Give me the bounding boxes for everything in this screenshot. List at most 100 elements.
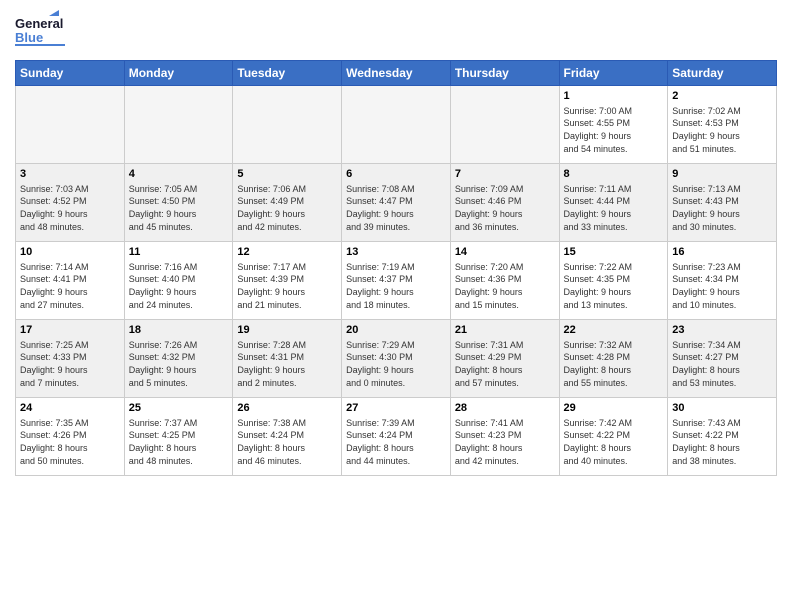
calendar-cell: 2Sunrise: 7:02 AM Sunset: 4:53 PM Daylig… <box>668 86 777 164</box>
calendar-cell <box>233 86 342 164</box>
day-number: 16 <box>672 245 772 260</box>
calendar-cell: 5Sunrise: 7:06 AM Sunset: 4:49 PM Daylig… <box>233 164 342 242</box>
day-info: Sunrise: 7:38 AM Sunset: 4:24 PM Dayligh… <box>237 417 337 467</box>
day-number: 2 <box>672 89 772 104</box>
day-number: 15 <box>564 245 664 260</box>
calendar-cell <box>450 86 559 164</box>
calendar-cell: 27Sunrise: 7:39 AM Sunset: 4:24 PM Dayli… <box>342 398 451 476</box>
svg-text:Blue: Blue <box>15 30 43 45</box>
calendar-cell: 11Sunrise: 7:16 AM Sunset: 4:40 PM Dayli… <box>124 242 233 320</box>
calendar-cell <box>16 86 125 164</box>
day-info: Sunrise: 7:25 AM Sunset: 4:33 PM Dayligh… <box>20 339 120 389</box>
day-number: 3 <box>20 167 120 182</box>
day-number: 12 <box>237 245 337 260</box>
calendar-week-3: 10Sunrise: 7:14 AM Sunset: 4:41 PM Dayli… <box>16 242 777 320</box>
header: General Blue <box>15 10 777 54</box>
calendar-cell: 7Sunrise: 7:09 AM Sunset: 4:46 PM Daylig… <box>450 164 559 242</box>
day-info: Sunrise: 7:42 AM Sunset: 4:22 PM Dayligh… <box>564 417 664 467</box>
day-info: Sunrise: 7:05 AM Sunset: 4:50 PM Dayligh… <box>129 183 229 233</box>
calendar-cell: 30Sunrise: 7:43 AM Sunset: 4:22 PM Dayli… <box>668 398 777 476</box>
calendar-cell: 21Sunrise: 7:31 AM Sunset: 4:29 PM Dayli… <box>450 320 559 398</box>
day-info: Sunrise: 7:16 AM Sunset: 4:40 PM Dayligh… <box>129 261 229 311</box>
weekday-header-row: SundayMondayTuesdayWednesdayThursdayFrid… <box>16 61 777 86</box>
day-info: Sunrise: 7:31 AM Sunset: 4:29 PM Dayligh… <box>455 339 555 389</box>
calendar-cell: 10Sunrise: 7:14 AM Sunset: 4:41 PM Dayli… <box>16 242 125 320</box>
day-number: 19 <box>237 323 337 338</box>
weekday-header-sunday: Sunday <box>16 61 125 86</box>
calendar-cell: 19Sunrise: 7:28 AM Sunset: 4:31 PM Dayli… <box>233 320 342 398</box>
day-number: 24 <box>20 401 120 416</box>
weekday-header-friday: Friday <box>559 61 668 86</box>
day-info: Sunrise: 7:02 AM Sunset: 4:53 PM Dayligh… <box>672 105 772 155</box>
day-number: 25 <box>129 401 229 416</box>
day-number: 29 <box>564 401 664 416</box>
day-info: Sunrise: 7:13 AM Sunset: 4:43 PM Dayligh… <box>672 183 772 233</box>
calendar-cell: 16Sunrise: 7:23 AM Sunset: 4:34 PM Dayli… <box>668 242 777 320</box>
calendar-cell: 26Sunrise: 7:38 AM Sunset: 4:24 PM Dayli… <box>233 398 342 476</box>
day-number: 21 <box>455 323 555 338</box>
calendar-cell: 29Sunrise: 7:42 AM Sunset: 4:22 PM Dayli… <box>559 398 668 476</box>
day-info: Sunrise: 7:35 AM Sunset: 4:26 PM Dayligh… <box>20 417 120 467</box>
calendar-cell <box>342 86 451 164</box>
calendar-cell: 3Sunrise: 7:03 AM Sunset: 4:52 PM Daylig… <box>16 164 125 242</box>
svg-text:General: General <box>15 16 63 31</box>
day-info: Sunrise: 7:26 AM Sunset: 4:32 PM Dayligh… <box>129 339 229 389</box>
weekday-header-wednesday: Wednesday <box>342 61 451 86</box>
day-info: Sunrise: 7:11 AM Sunset: 4:44 PM Dayligh… <box>564 183 664 233</box>
day-info: Sunrise: 7:39 AM Sunset: 4:24 PM Dayligh… <box>346 417 446 467</box>
calendar-container: General Blue SundayMondayTuesdayWednesda… <box>0 0 792 481</box>
weekday-header-tuesday: Tuesday <box>233 61 342 86</box>
day-number: 4 <box>129 167 229 182</box>
calendar-cell: 9Sunrise: 7:13 AM Sunset: 4:43 PM Daylig… <box>668 164 777 242</box>
calendar-cell: 13Sunrise: 7:19 AM Sunset: 4:37 PM Dayli… <box>342 242 451 320</box>
day-info: Sunrise: 7:29 AM Sunset: 4:30 PM Dayligh… <box>346 339 446 389</box>
calendar-cell: 18Sunrise: 7:26 AM Sunset: 4:32 PM Dayli… <box>124 320 233 398</box>
calendar-cell: 8Sunrise: 7:11 AM Sunset: 4:44 PM Daylig… <box>559 164 668 242</box>
calendar-table: SundayMondayTuesdayWednesdayThursdayFrid… <box>15 60 777 476</box>
day-info: Sunrise: 7:14 AM Sunset: 4:41 PM Dayligh… <box>20 261 120 311</box>
day-info: Sunrise: 7:23 AM Sunset: 4:34 PM Dayligh… <box>672 261 772 311</box>
day-number: 27 <box>346 401 446 416</box>
day-number: 5 <box>237 167 337 182</box>
calendar-week-4: 17Sunrise: 7:25 AM Sunset: 4:33 PM Dayli… <box>16 320 777 398</box>
weekday-header-saturday: Saturday <box>668 61 777 86</box>
calendar-cell: 14Sunrise: 7:20 AM Sunset: 4:36 PM Dayli… <box>450 242 559 320</box>
day-info: Sunrise: 7:03 AM Sunset: 4:52 PM Dayligh… <box>20 183 120 233</box>
day-number: 23 <box>672 323 772 338</box>
day-info: Sunrise: 7:37 AM Sunset: 4:25 PM Dayligh… <box>129 417 229 467</box>
calendar-cell: 17Sunrise: 7:25 AM Sunset: 4:33 PM Dayli… <box>16 320 125 398</box>
calendar-cell: 12Sunrise: 7:17 AM Sunset: 4:39 PM Dayli… <box>233 242 342 320</box>
day-number: 26 <box>237 401 337 416</box>
day-number: 17 <box>20 323 120 338</box>
calendar-week-2: 3Sunrise: 7:03 AM Sunset: 4:52 PM Daylig… <box>16 164 777 242</box>
logo: General Blue <box>15 10 65 54</box>
day-info: Sunrise: 7:43 AM Sunset: 4:22 PM Dayligh… <box>672 417 772 467</box>
day-info: Sunrise: 7:09 AM Sunset: 4:46 PM Dayligh… <box>455 183 555 233</box>
day-number: 1 <box>564 89 664 104</box>
day-info: Sunrise: 7:20 AM Sunset: 4:36 PM Dayligh… <box>455 261 555 311</box>
calendar-cell: 22Sunrise: 7:32 AM Sunset: 4:28 PM Dayli… <box>559 320 668 398</box>
day-number: 20 <box>346 323 446 338</box>
calendar-cell: 20Sunrise: 7:29 AM Sunset: 4:30 PM Dayli… <box>342 320 451 398</box>
day-info: Sunrise: 7:34 AM Sunset: 4:27 PM Dayligh… <box>672 339 772 389</box>
calendar-cell: 23Sunrise: 7:34 AM Sunset: 4:27 PM Dayli… <box>668 320 777 398</box>
calendar-week-5: 24Sunrise: 7:35 AM Sunset: 4:26 PM Dayli… <box>16 398 777 476</box>
weekday-header-monday: Monday <box>124 61 233 86</box>
day-info: Sunrise: 7:08 AM Sunset: 4:47 PM Dayligh… <box>346 183 446 233</box>
calendar-cell: 28Sunrise: 7:41 AM Sunset: 4:23 PM Dayli… <box>450 398 559 476</box>
calendar-cell: 25Sunrise: 7:37 AM Sunset: 4:25 PM Dayli… <box>124 398 233 476</box>
calendar-cell: 24Sunrise: 7:35 AM Sunset: 4:26 PM Dayli… <box>16 398 125 476</box>
calendar-cell: 1Sunrise: 7:00 AM Sunset: 4:55 PM Daylig… <box>559 86 668 164</box>
day-info: Sunrise: 7:28 AM Sunset: 4:31 PM Dayligh… <box>237 339 337 389</box>
day-number: 6 <box>346 167 446 182</box>
day-number: 14 <box>455 245 555 260</box>
day-number: 22 <box>564 323 664 338</box>
day-number: 11 <box>129 245 229 260</box>
day-number: 9 <box>672 167 772 182</box>
day-info: Sunrise: 7:17 AM Sunset: 4:39 PM Dayligh… <box>237 261 337 311</box>
day-info: Sunrise: 7:22 AM Sunset: 4:35 PM Dayligh… <box>564 261 664 311</box>
day-number: 8 <box>564 167 664 182</box>
day-number: 13 <box>346 245 446 260</box>
calendar-cell: 6Sunrise: 7:08 AM Sunset: 4:47 PM Daylig… <box>342 164 451 242</box>
logo-icon: General Blue <box>15 10 65 54</box>
